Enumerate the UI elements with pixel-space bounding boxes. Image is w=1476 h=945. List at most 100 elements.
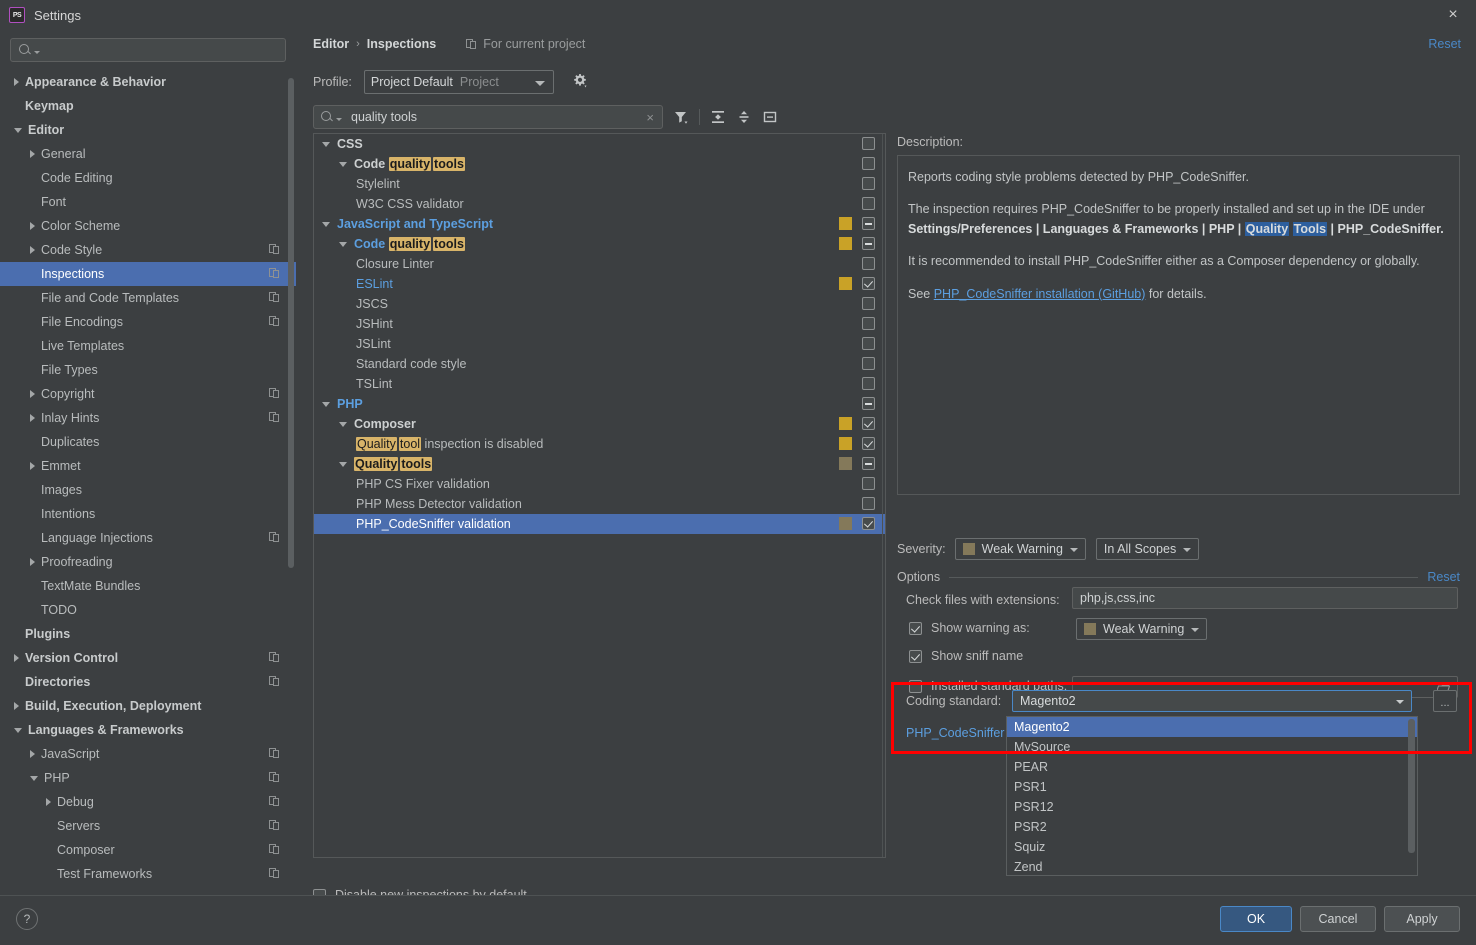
sidebar-item-editor[interactable]: Editor [0,118,296,142]
chevron-right-icon[interactable] [30,414,35,422]
chevron-down-icon[interactable] [339,161,347,167]
show-warning-row[interactable]: Show warning as: [909,621,1030,635]
sidebar-item-color-scheme[interactable]: Color Scheme [0,214,296,238]
inspection-enable-checkbox[interactable] [862,137,875,150]
sidebar-item-duplicates[interactable]: Duplicates [0,430,296,454]
sidebar-item-inlay-hints[interactable]: Inlay Hints [0,406,296,430]
tree-row[interactable]: Code quality tools [314,234,885,254]
coding-standard-option[interactable]: PSR2 [1007,817,1417,837]
sidebar-item-general[interactable]: General [0,142,296,166]
sidebar-item-servers[interactable]: Servers [0,814,296,838]
inspection-enable-checkbox[interactable] [862,517,875,530]
sidebar-item-php[interactable]: PHP [0,766,296,790]
inspection-enable-checkbox[interactable] [862,317,875,330]
cancel-button[interactable]: Cancel [1300,906,1376,932]
sidebar-item-directories[interactable]: Directories [0,670,296,694]
installed-standard-paths-checkbox[interactable] [909,679,922,693]
reset-link[interactable]: Reset [1428,37,1461,51]
chevron-right-icon[interactable] [14,654,19,662]
chevron-down-icon[interactable] [14,727,22,733]
expand-all-icon[interactable] [705,105,731,129]
show-warning-checkbox[interactable] [909,621,922,635]
chevron-right-icon[interactable] [30,750,35,758]
coding-standard-option[interactable]: Squiz [1007,837,1417,857]
chevron-right-icon[interactable] [30,150,35,158]
inspection-enable-checkbox[interactable] [862,497,875,510]
inspection-enable-checkbox[interactable] [862,277,875,290]
sidebar-item-language-injections[interactable]: Language Injections [0,526,296,550]
sidebar-item-quality-tools[interactable]: Quality Tools [0,886,296,890]
clear-search-icon[interactable]: × [646,110,654,125]
inspection-search-input[interactable]: quality tools × [313,105,663,129]
sidebar-item-proofreading[interactable]: Proofreading [0,550,296,574]
inspection-enable-checkbox[interactable] [862,337,875,350]
sidebar-item-plugins[interactable]: Plugins [0,622,296,646]
inspection-enable-checkbox[interactable] [862,477,875,490]
sidebar-item-code-style[interactable]: Code Style [0,238,296,262]
sidebar-item-textmate-bundles[interactable]: TextMate Bundles [0,574,296,598]
sidebar-item-appearance-behavior[interactable]: Appearance & Behavior [0,70,296,94]
sidebar-item-font[interactable]: Font [0,190,296,214]
tree-row[interactable]: Code quality tools [314,154,885,174]
tree-row[interactable]: Closure Linter [314,254,885,274]
sidebar-item-images[interactable]: Images [0,478,296,502]
chevron-right-icon[interactable] [30,462,35,470]
collapse-panel-icon[interactable] [757,105,783,129]
inspection-enable-checkbox[interactable] [862,397,875,410]
chevron-down-icon[interactable] [322,401,330,407]
close-icon[interactable]: × [1430,0,1476,30]
tree-row[interactable]: Quality tool inspection is disabled [314,434,885,454]
chevron-down-icon[interactable] [339,241,347,247]
inspection-enable-checkbox[interactable] [862,377,875,390]
tree-row[interactable]: PHP_CodeSniffer validation [314,514,885,534]
show-warning-select[interactable]: Weak Warning [1076,618,1208,640]
sidebar-item-javascript[interactable]: JavaScript [0,742,296,766]
sidebar-item-todo[interactable]: TODO [0,598,296,622]
sidebar-item-intentions[interactable]: Intentions [0,502,296,526]
tree-row[interactable]: PHP [314,394,885,414]
coding-standard-option[interactable]: Zend [1007,857,1417,875]
inspection-enable-checkbox[interactable] [862,357,875,370]
chevron-right-icon[interactable] [14,78,19,86]
tree-row[interactable]: Quality tools [314,454,885,474]
chevron-down-icon[interactable] [14,127,22,133]
sidebar-item-code-editing[interactable]: Code Editing [0,166,296,190]
sidebar-item-file-types[interactable]: File Types [0,358,296,382]
apply-button[interactable]: Apply [1384,906,1460,932]
sidebar-item-copyright[interactable]: Copyright [0,382,296,406]
inspection-enable-checkbox[interactable] [862,237,875,250]
chevron-right-icon[interactable] [46,798,51,806]
show-sniff-name-row[interactable]: Show sniff name [909,649,1023,663]
help-icon[interactable]: ? [16,908,38,930]
chevron-right-icon[interactable] [30,558,35,566]
tree-row[interactable]: CSS [314,134,885,154]
tree-row[interactable]: PHP CS Fixer validation [314,474,885,494]
extensions-input[interactable]: php,js,css,inc [1072,587,1458,609]
sidebar-item-emmet[interactable]: Emmet [0,454,296,478]
coding-standard-option[interactable]: PSR12 [1007,797,1417,817]
inspection-enable-checkbox[interactable] [862,177,875,190]
tree-row[interactable]: Composer [314,414,885,434]
sidebar-item-live-templates[interactable]: Live Templates [0,334,296,358]
sidebar-item-test-frameworks[interactable]: Test Frameworks [0,862,296,886]
inspection-enable-checkbox[interactable] [862,157,875,170]
coding-standard-option[interactable]: MySource [1007,737,1417,757]
chevron-right-icon[interactable] [30,390,35,398]
chevron-down-icon[interactable] [30,775,38,781]
ok-button[interactable]: OK [1220,906,1292,932]
tree-row[interactable]: JavaScript and TypeScript [314,214,885,234]
coding-standard-dropdown-list[interactable]: Magento2 MySource PEAR PSR1 PSR12 PSR2 Squiz Ze… [1006,716,1418,876]
sidebar-item-file-encodings[interactable]: File Encodings [0,310,296,334]
coding-standard-select[interactable]: Magento2 [1012,690,1412,712]
sidebar-item-languages-frameworks[interactable]: Languages & Frameworks [0,718,296,742]
tree-row[interactable]: ESLint [314,274,885,294]
inspection-enable-checkbox[interactable] [862,457,875,470]
chevron-right-icon[interactable] [30,222,35,230]
coding-standard-option[interactable]: Magento2 [1007,717,1417,737]
sidebar-item-keymap[interactable]: Keymap [0,94,296,118]
coding-standard-browse-button[interactable]: ... [1433,690,1457,712]
inspection-enable-checkbox[interactable] [862,297,875,310]
chevron-down-icon[interactable] [339,421,347,427]
chevron-down-icon[interactable] [339,461,347,467]
sidebar-scroll-area[interactable]: Appearance & Behavior Keymap Editor General… [0,70,296,890]
